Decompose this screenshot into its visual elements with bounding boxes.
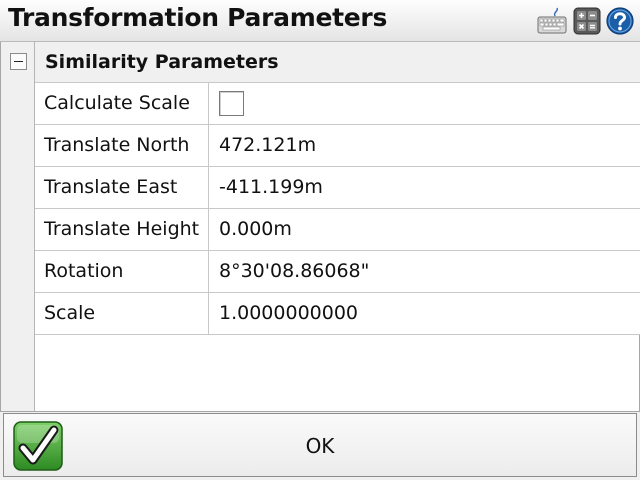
rotation-field[interactable]: 8°30'08.86068" (209, 251, 640, 292)
property-label: Calculate Scale (35, 83, 209, 124)
translate-east-field[interactable]: -411.199m (209, 167, 640, 208)
property-row-translate-north: Translate North 472.121m (35, 125, 640, 167)
section-header[interactable]: Similarity Parameters (35, 42, 640, 83)
property-row-scale: Scale 1.0000000000 (35, 293, 640, 335)
footer: OK (0, 412, 640, 480)
property-row-calculate-scale: Calculate Scale (35, 83, 640, 125)
collapse-section-button[interactable] (10, 53, 27, 70)
property-row-rotation: Rotation 8°30'08.86068" (35, 251, 640, 293)
calculate-scale-checkbox[interactable] (219, 91, 244, 116)
property-value-cell (209, 83, 640, 124)
property-label: Translate East (35, 167, 209, 208)
calculator-icon[interactable] (573, 6, 601, 36)
grid-gutter (1, 42, 35, 412)
property-row-translate-height: Translate Height 0.000m (35, 209, 640, 251)
keyboard-icon[interactable] (537, 6, 567, 36)
property-grid: Similarity Parameters Calculate Scale Tr… (0, 42, 640, 412)
window-title: Transformation Parameters (8, 3, 388, 32)
ok-button[interactable]: OK (3, 413, 637, 477)
app-window: Transformation Parameters Similarity Par… (0, 0, 640, 480)
help-icon[interactable] (605, 6, 635, 36)
translate-height-field[interactable]: 0.000m (209, 209, 640, 250)
property-row-translate-east: Translate East -411.199m (35, 167, 640, 209)
translate-north-field[interactable]: 472.121m (209, 125, 640, 166)
property-label: Translate Height (35, 209, 209, 250)
property-label: Translate North (35, 125, 209, 166)
title-bar: Transformation Parameters (0, 0, 640, 42)
property-label: Scale (35, 293, 209, 334)
scale-field[interactable]: 1.0000000000 (209, 293, 640, 334)
ok-button-label: OK (305, 434, 335, 458)
property-label: Rotation (35, 251, 209, 292)
section-title: Similarity Parameters (45, 51, 279, 73)
property-rows: Calculate Scale Translate North 472.121m… (35, 83, 640, 335)
